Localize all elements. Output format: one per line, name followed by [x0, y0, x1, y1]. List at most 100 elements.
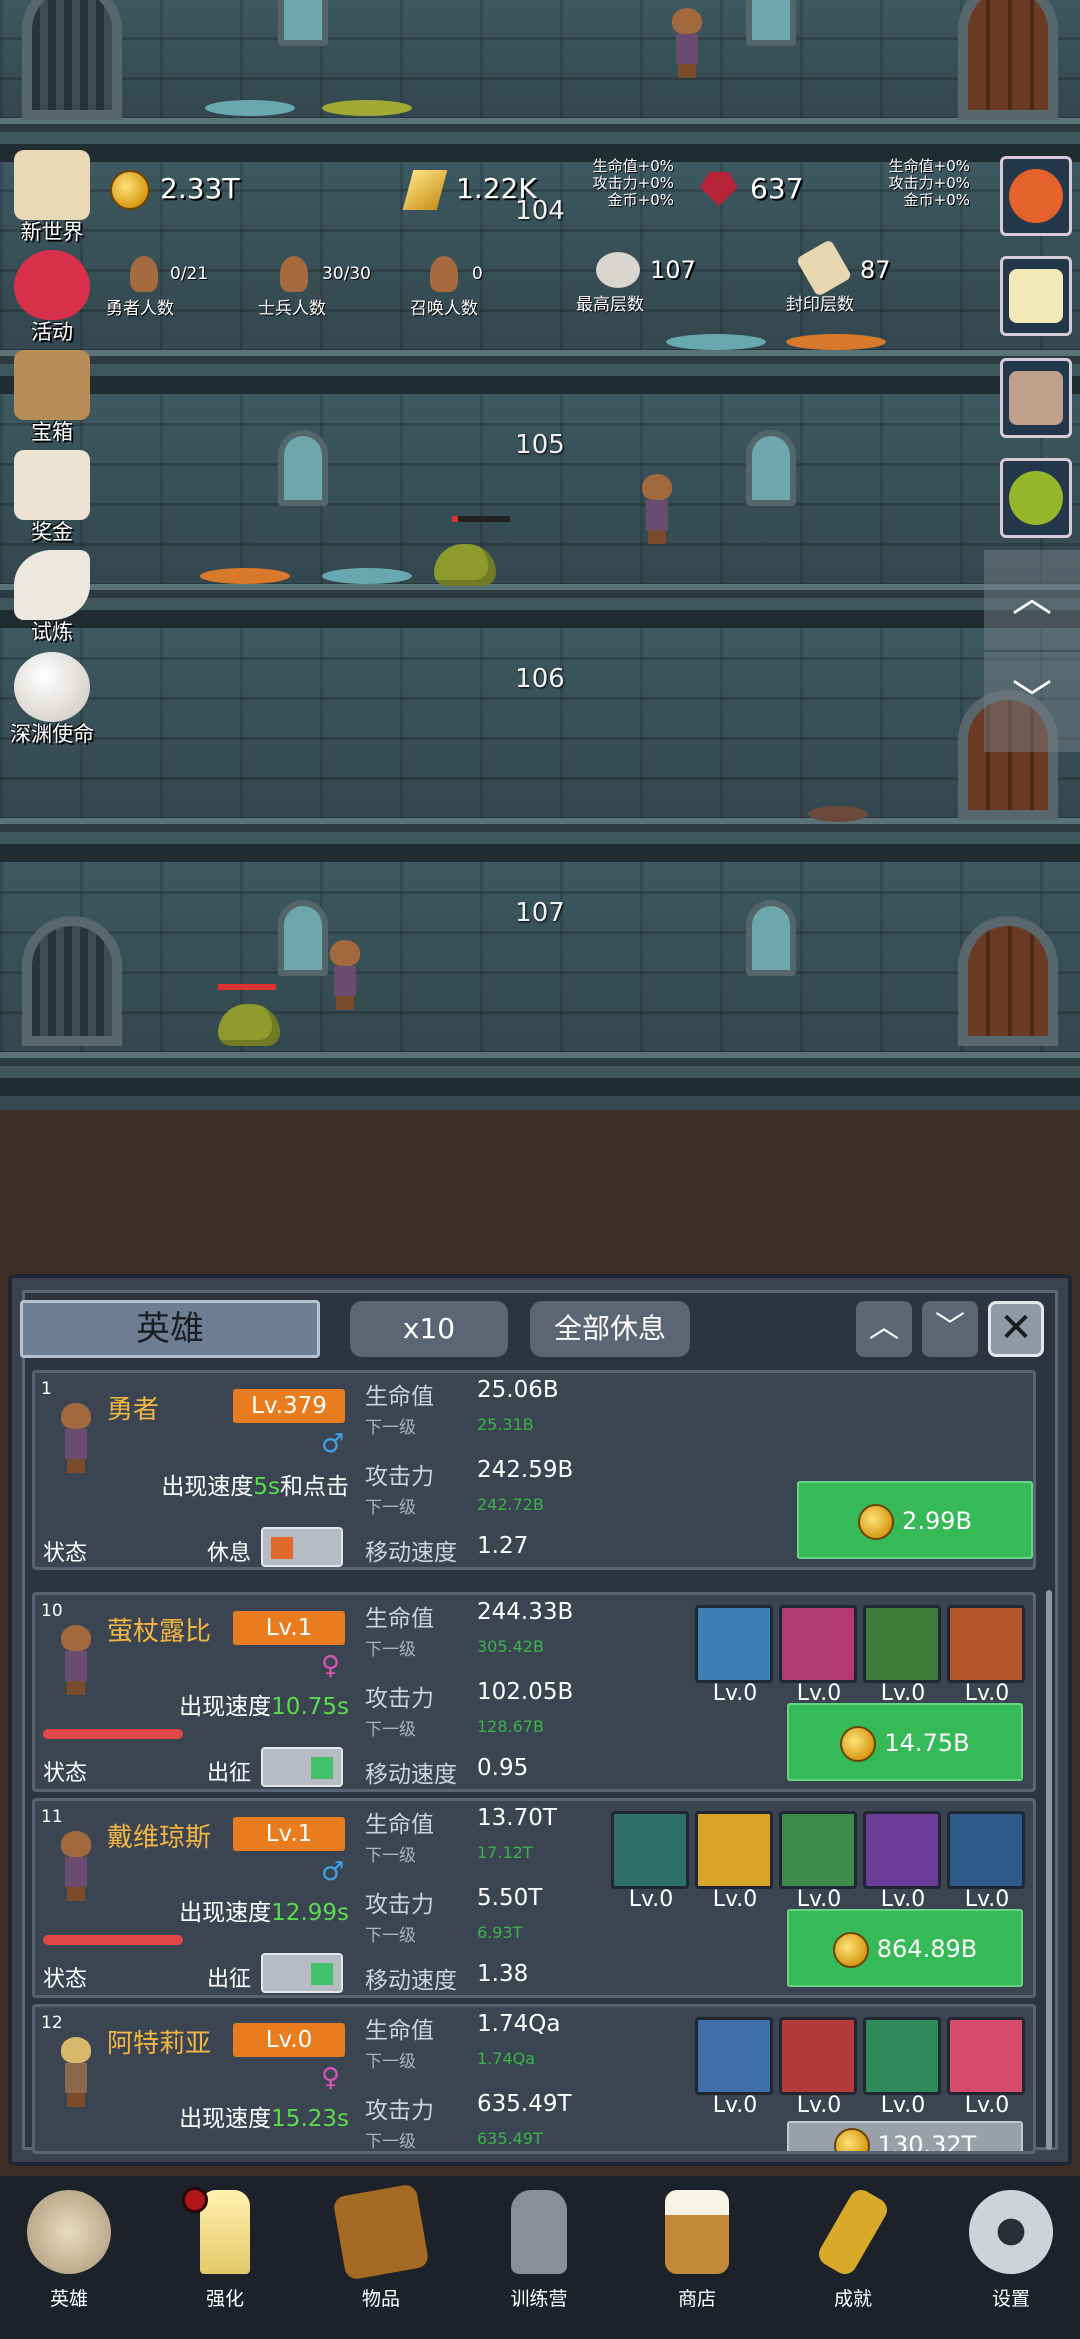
skill-slot[interactable]: Lv.0	[695, 1811, 775, 1911]
side-btn-bonus[interactable]: 奖金	[4, 450, 100, 546]
hero-card[interactable]: 11 戴维琼斯 Lv.1 ♂ 出现速度12.99s 状态 出征 生命值 13.7…	[32, 1798, 1036, 1998]
sealed-floor-value: 87	[860, 256, 891, 284]
mug-icon	[665, 2190, 729, 2274]
skill-slot[interactable]: Lv.0	[863, 1605, 943, 1705]
skill-slot[interactable]: Lv.0	[695, 2017, 775, 2117]
hero-card[interactable]: 12 阿特莉亚 Lv.0 ♀ 出现速度15.23s 生命值 1.74Qa 下一级…	[32, 2004, 1036, 2154]
skill-slot[interactable]: Lv.0	[863, 1811, 943, 1911]
side-btn-new-world[interactable]: 新世界	[4, 150, 100, 246]
rest-all-button[interactable]: 全部休息	[530, 1301, 690, 1357]
buff-apple[interactable]	[1000, 156, 1072, 236]
slime-puddle	[322, 100, 412, 116]
next-label: 下一级	[365, 2132, 416, 2152]
skill-slot[interactable]: Lv.0	[611, 1811, 691, 1911]
upgrade-button[interactable]: 2.99B	[797, 1481, 1033, 1559]
tab-hero[interactable]: 英雄	[20, 1300, 320, 1358]
nav-achievement[interactable]: 成就	[798, 2185, 908, 2326]
prison-gate	[22, 916, 122, 1046]
side-btn-abyss[interactable]: 深渊使命	[4, 652, 100, 748]
hero-card[interactable]: 1 勇者 Lv.379 ♂ 出现速度5s和点击 状态 休息 生命值 25.06B…	[32, 1370, 1036, 1570]
hero-name: 阿特莉亚	[107, 2029, 212, 2059]
close-button[interactable]: ✕	[988, 1301, 1044, 1357]
hp-label: 生命值	[365, 2018, 434, 2044]
hp-value: 244.33B	[477, 1599, 574, 1625]
upgrade-button[interactable]: 14.75B	[787, 1703, 1023, 1781]
hero-count-value: 0/21	[170, 264, 209, 284]
atk-value: 635.49T	[477, 2091, 572, 2117]
state-toggle[interactable]	[261, 1527, 343, 1567]
scroll-up-button[interactable]: ︿	[984, 550, 1080, 650]
skill-slot[interactable]: Lv.0	[947, 2017, 1027, 2117]
skill-slot[interactable]: Lv.0	[947, 1605, 1027, 1705]
buff-candle[interactable]	[1000, 256, 1072, 336]
hero-sprite[interactable]	[642, 474, 672, 544]
atk-value: 102.05B	[477, 1679, 574, 1705]
atk-label: 攻击力	[365, 1892, 434, 1918]
hero-portrait	[61, 1625, 91, 1695]
side-btn-trial[interactable]: 试炼	[4, 550, 100, 646]
state-value: 出征	[207, 1967, 252, 1992]
chest-icon	[14, 350, 90, 420]
skill-slot[interactable]: Lv.0	[779, 1811, 859, 1911]
pearl-icon	[14, 652, 90, 722]
side-btn-event[interactable]: 活动	[4, 250, 100, 346]
floor-number: 107	[515, 898, 565, 928]
scroll-down-button[interactable]: ﹀	[984, 652, 1080, 752]
window	[746, 0, 796, 46]
bear-icon	[947, 1811, 1025, 1889]
skill-slot[interactable]: Lv.0	[863, 2017, 943, 2117]
panel-scrollbar[interactable]	[1046, 1590, 1052, 2150]
nav-training[interactable]: 训练营	[484, 2190, 594, 2326]
slime-puddle	[322, 568, 412, 584]
atk-next-value: 6.93T	[477, 1923, 523, 1942]
soldier-count-value: 30/30	[322, 264, 371, 284]
hero-portrait	[61, 1403, 91, 1473]
key-icon	[814, 2185, 892, 2279]
claw-icon	[779, 1605, 857, 1683]
skill-slot[interactable]: Lv.0	[695, 1605, 775, 1705]
upgrade-button-disabled[interactable]: 130.32T	[787, 2121, 1023, 2151]
nav-items[interactable]: 物品	[326, 2183, 436, 2326]
remains	[808, 806, 868, 822]
hp-value: 1.74Qa	[477, 2011, 561, 2037]
boot-icon	[779, 1811, 857, 1889]
state-label: 状态	[43, 1967, 88, 1992]
hp-label: 生命值	[365, 1384, 434, 1410]
hero-sprite[interactable]	[672, 8, 702, 78]
hp-label: 生命值	[365, 1812, 434, 1838]
nav-shop[interactable]: 商店	[642, 2190, 752, 2326]
wooden-door	[958, 0, 1058, 120]
buff-chest[interactable]	[1000, 358, 1072, 438]
upgrade-button[interactable]: 864.89B	[787, 1909, 1023, 1987]
floor-band	[0, 0, 1080, 120]
enemy-hp-bar	[452, 516, 510, 522]
soldier-count-icon	[280, 256, 308, 292]
state-value: 休息	[207, 1541, 252, 1566]
hero-card[interactable]: 10 萤杖露比 Lv.1 ♀ 出现速度10.75s 状态 出征 生命值 244.…	[32, 1592, 1036, 1792]
hp-bar	[43, 1935, 183, 1945]
skill-slot[interactable]: Lv.0	[779, 2017, 859, 2117]
leaf-shield-icon	[695, 1605, 773, 1683]
panel-up-button[interactable]: ︿	[856, 1301, 912, 1357]
nav-settings[interactable]: 设置	[956, 2190, 1066, 2326]
coin-icon	[833, 2128, 870, 2151]
buff-slime[interactable]	[1000, 458, 1072, 538]
enemy-hp-bar	[218, 984, 276, 990]
skill-slot[interactable]: Lv.0	[779, 1605, 859, 1705]
floor-ledge	[0, 818, 1080, 862]
hero-sprite[interactable]	[330, 940, 360, 1010]
bottom-nav: 英雄 强化 物品 训练营 商店 成就 设置	[0, 2176, 1080, 2339]
move-label: 移动速度	[365, 1968, 457, 1994]
state-toggle[interactable]	[261, 1747, 343, 1787]
panel-down-button[interactable]: ﹀	[922, 1301, 978, 1357]
move-label: 移动速度	[365, 1540, 457, 1566]
skill-slot[interactable]: Lv.0	[947, 1811, 1027, 1911]
state-toggle[interactable]	[261, 1953, 343, 1993]
nav-hero[interactable]: 英雄	[14, 2190, 124, 2326]
side-btn-chest[interactable]: 宝箱	[4, 350, 100, 446]
x10-button[interactable]: x10	[350, 1301, 508, 1357]
move-value: 1.27	[477, 1533, 529, 1559]
state-label: 状态	[43, 1761, 88, 1786]
next-label: 下一级	[365, 1720, 416, 1740]
heart-plus-icon	[947, 2017, 1025, 2095]
